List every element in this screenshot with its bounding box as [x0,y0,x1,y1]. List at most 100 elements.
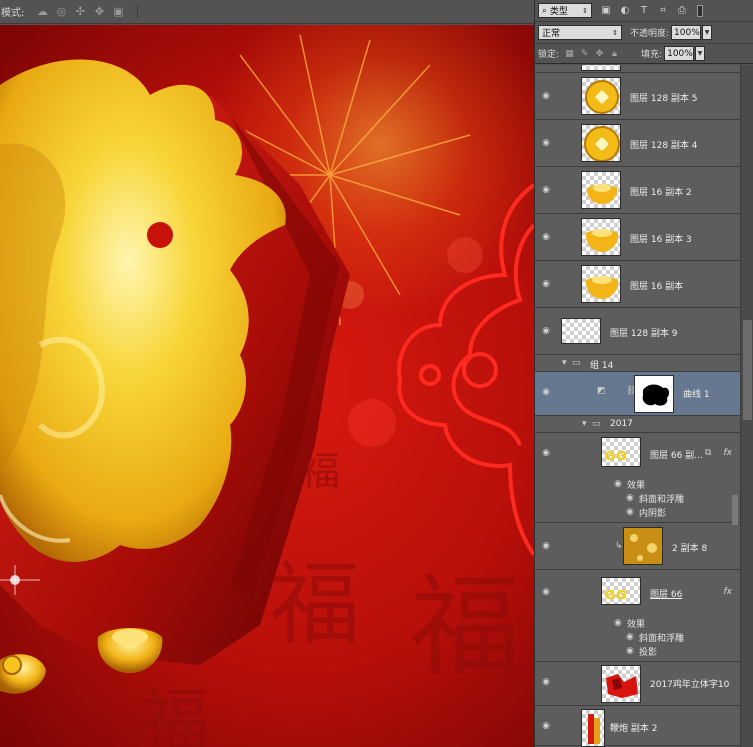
layer-name: 图层 16 副本 [630,282,684,292]
eye-icon[interactable]: ◉ [626,493,634,503]
layer-thumbnail [581,124,621,162]
eye-icon[interactable]: ◉ [540,677,552,687]
blend-mode-select[interactable]: 正常 ⇕ [538,25,622,40]
layer-row[interactable]: ◉ 图层 16 副本 [535,261,740,308]
pan-3d-icon[interactable]: ✣ [74,5,86,18]
layer-name: 图层 16 副本 2 [630,188,692,198]
roll-3d-icon[interactable]: ◎ [55,5,67,18]
shape-filter-icon[interactable]: ⌗ [658,5,668,16]
scrollbar-thumb[interactable] [743,320,752,420]
lock-pixels-icon[interactable]: ✎ [580,49,589,59]
layer-row-selected[interactable]: ◉ ◩ ⛓︎ 曲线 1 [535,372,740,416]
layer-row[interactable]: ◉ ↳ 2 副本 8 [535,523,740,570]
chevron-down-icon: ⇕ [612,28,618,37]
eye-icon[interactable]: ◉ [540,387,552,397]
eye-icon[interactable]: ◉ [540,721,552,731]
layer-mask-thumbnail[interactable] [634,375,674,413]
orbit-3d-icon[interactable]: ☁ [36,5,48,18]
opacity-field[interactable]: 100% [671,25,702,40]
layer-name: 图层 66 [650,590,683,600]
eye-icon[interactable]: ◉ [540,541,552,551]
opacity-dropdown-icon[interactable]: ▼ [702,25,713,40]
layer-row[interactable]: ◉ 鞭炮 副本 2 [535,706,740,747]
layer-thumbnail [581,709,605,747]
svg-text:ɞɞ: ɞɞ [604,584,627,603]
document-canvas[interactable]: 福 福 福 福 [0,25,534,747]
svg-text:福: 福 [270,552,360,657]
layer-name: 图层 128 副本 9 [610,329,678,339]
effects-label: 效果 [627,620,646,630]
effect-name: 投影 [639,648,658,658]
lock-transparency-icon[interactable]: ▦ [565,49,574,59]
lock-all-icon[interactable]: 🔒︎ [610,49,619,59]
fill-field[interactable]: 100% [664,46,695,61]
group-name: 组 14 [590,361,614,371]
layer-row[interactable]: ◉ 2017鸡年立体字10 [535,662,740,706]
clipping-arrow-icon: ↳ [615,541,623,551]
layer-filter-bar: ⌕ 类型 ⇕ ▣ ◐ T ⌗ ⎙ [535,0,753,22]
artwork: 福 福 福 福 [0,34,534,747]
layer-row[interactable]: ◉ 图层 128 副本 9 [535,308,740,355]
eye-icon[interactable]: ◉ [540,91,552,101]
scale-3d-icon[interactable]: ▣ [112,5,124,18]
fx-icon[interactable]: fx [724,587,733,597]
effect-name: 斜面和浮雕 [639,634,685,644]
layer-thumbnail [581,265,621,303]
eye-icon[interactable]: ◉ [540,326,552,336]
blend-mode-value: 正常 [542,29,561,39]
layer-thumbnail [581,218,621,256]
eye-icon[interactable]: ◉ [626,507,634,517]
smart-object-icon: ⧉ [705,448,712,458]
disclosure-triangle-icon[interactable]: ▾ [582,419,587,429]
smart-object-filter-icon[interactable]: ⎙ [677,5,687,16]
layers-scrollbar[interactable] [740,65,753,747]
group-row[interactable]: ▾ ▭ 2017 [535,416,740,433]
effect-name: 内阴影 [639,509,667,519]
pixel-filter-icon[interactable]: ▣ [601,5,611,16]
layer-row[interactable]: ◉ ɞɞ 图层 66 fx ◉ 效果 ◉ 斜面和浮雕 ◉ 投影 [535,570,740,662]
eye-icon[interactable]: ◉ [614,618,622,628]
type-filter-icon[interactable]: T [639,5,649,16]
layer-name: 2017鸡年立体字10 [650,680,730,690]
options-bar: 模式: ☁ ◎ ✣ ✥ ▣ [0,0,534,24]
eye-icon[interactable]: ◉ [540,448,552,458]
eye-icon[interactable]: ◉ [626,646,634,656]
layer-name: 图层 128 副本 5 [630,94,698,104]
layer-thumbnail [581,171,621,209]
fx-icon[interactable]: fx [724,448,733,458]
layer-list: ◉ 图层 128 副本 5 ◉ 图层 128 副本 4 ◉ 图层 16 副本 2… [535,65,740,747]
layer-thumbnail [581,77,621,115]
disclosure-triangle-icon[interactable]: ▾ [562,358,567,368]
layer-row[interactable]: ◉ 图层 16 副本 2 [535,167,740,214]
fill-label: 填充: [641,50,663,60]
group-row[interactable]: ▾ ▭ 组 14 [535,355,740,372]
layer-name: 鞭炮 副本 2 [610,724,658,734]
svg-text:ɞɞ: ɞɞ [604,445,627,464]
group-name: 2017 [610,419,633,429]
layer-row[interactable]: ◉ 图层 128 副本 4 [535,120,740,167]
filter-kind-select[interactable]: ⌕ 类型 ⇕ [538,3,592,18]
layer-row[interactable]: ◉ ɞɞ 图层 66 副... ⧉ fx ◉ 效果 ◉ 斜面和浮雕 ◉ 内阴影 [535,433,740,523]
effect-name: 斜面和浮雕 [639,495,685,505]
layer-row-partial[interactable] [535,65,740,73]
eye-icon[interactable]: ◉ [540,138,552,148]
effects-label: 效果 [627,481,646,491]
fill-dropdown-icon[interactable]: ▼ [695,46,706,61]
eye-icon[interactable]: ◉ [614,479,622,489]
eye-icon[interactable]: ◉ [626,632,634,642]
svg-text:福: 福 [140,680,210,747]
layer-thumbnail [561,318,601,344]
adjustment-filter-icon[interactable]: ◐ [620,5,630,16]
lock-position-icon[interactable]: ✥ [595,49,604,59]
layer-row[interactable]: ◉ 图层 128 副本 5 [535,73,740,120]
eye-icon[interactable]: ◉ [540,279,552,289]
eye-icon[interactable]: ◉ [540,587,552,597]
eye-icon[interactable]: ◉ [540,185,552,195]
slide-3d-icon[interactable]: ✥ [93,5,105,18]
eye-icon[interactable]: ◉ [540,232,552,242]
filter-toggle[interactable] [697,4,703,17]
layer-row[interactable]: ◉ 图层 16 副本 3 [535,214,740,261]
layer-name: 图层 128 副本 4 [630,141,698,151]
lock-label: 锁定: [538,50,560,60]
layer-thumbnail [601,665,641,703]
